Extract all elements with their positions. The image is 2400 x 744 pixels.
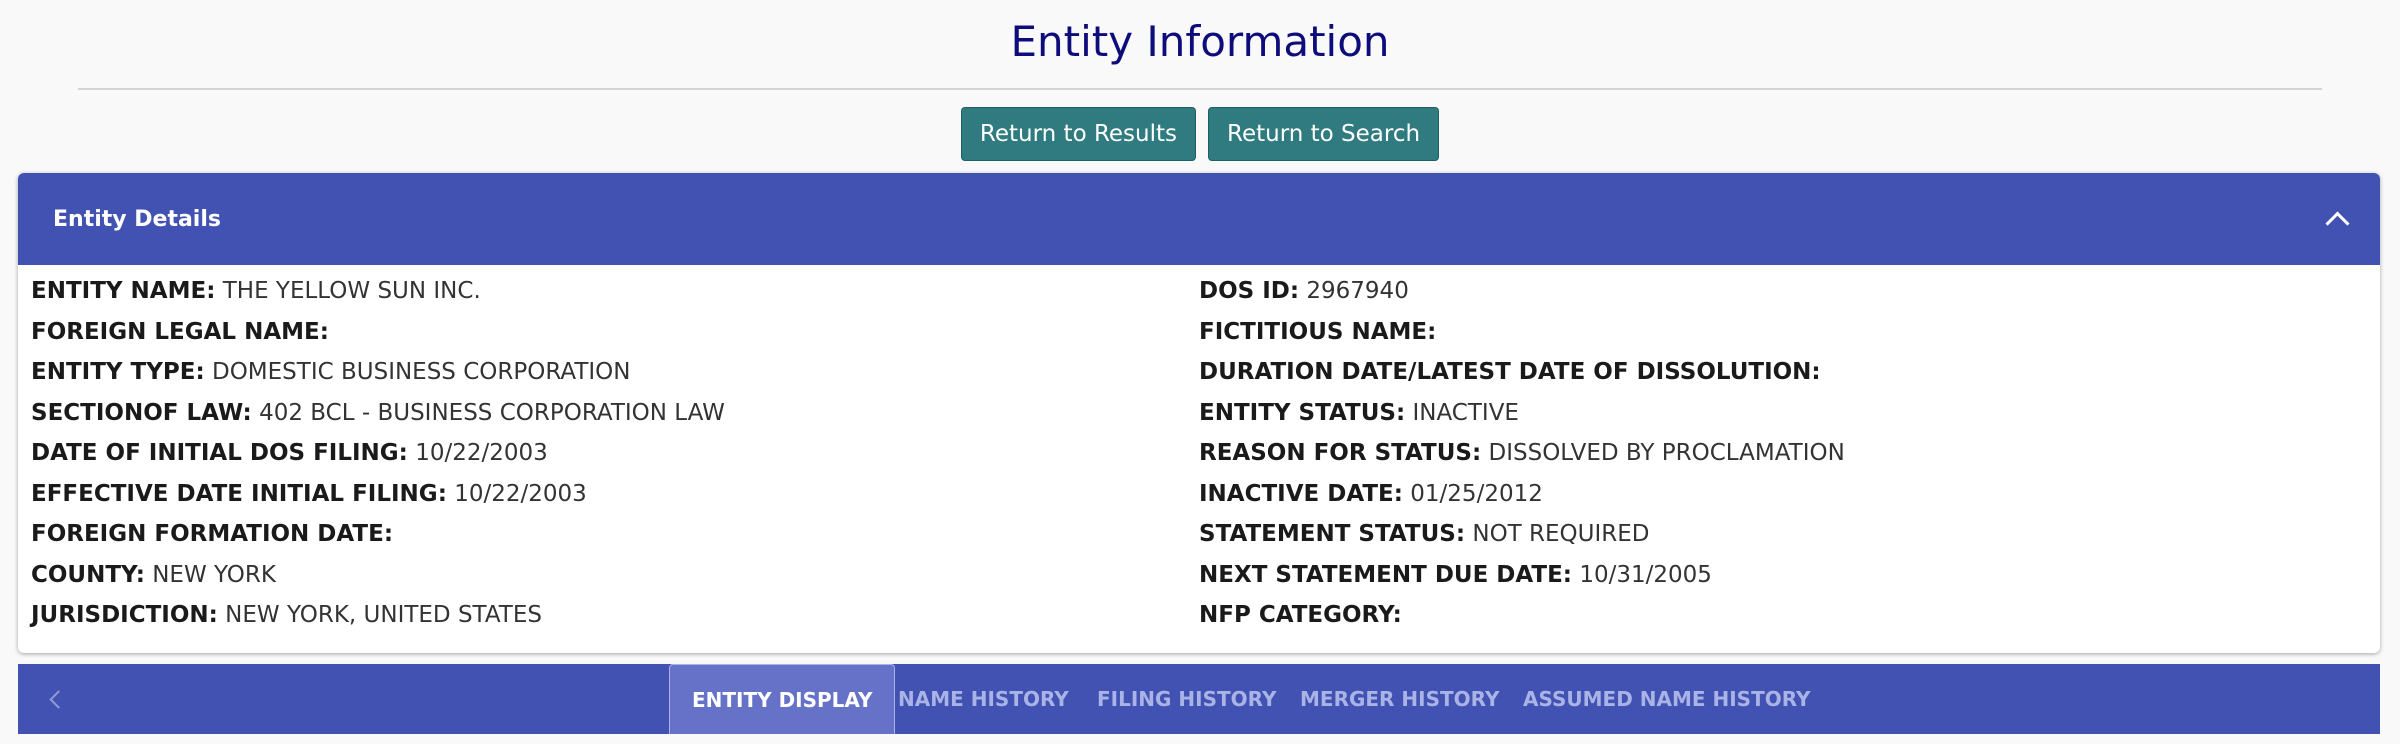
field-jurisdiction: JURISDICTION: NEW YORK, UNITED STATES <box>31 595 725 636</box>
field-section-of-law: SECTIONOF LAW: 402 BCL - BUSINESS CORPOR… <box>31 393 725 434</box>
field-label: ENTITY NAME: <box>31 278 216 304</box>
field-value: 10/22/2003 <box>415 440 548 466</box>
field-entity-type: ENTITY TYPE: DOMESTIC BUSINESS CORPORATI… <box>31 352 725 393</box>
page-title: Entity Information <box>1010 17 1390 66</box>
field-label: SECTIONOF LAW: <box>31 399 252 426</box>
field-nfp-category: NFP CATEGORY: <box>1199 595 1845 636</box>
field-statement-status: STATEMENT STATUS: NOT REQUIRED <box>1199 514 1845 555</box>
details-left-column: ENTITY NAME: THE YELLOW SUN INC. FOREIGN… <box>31 271 725 636</box>
field-value: DISSOLVED BY PROCLAMATION <box>1488 440 1845 466</box>
field-value: 10/31/2005 <box>1579 561 1712 588</box>
field-value: NOT REQUIRED <box>1472 521 1650 547</box>
details-right-column: DOS ID: 2967940 FICTITIOUS NAME: DURATIO… <box>1199 271 1845 636</box>
field-value: DOMESTIC BUSINESS CORPORATION <box>211 359 631 385</box>
field-initial-dos-filing: DATE OF INITIAL DOS FILING: 10/22/2003 <box>31 433 725 474</box>
field-fictitious-name: FICTITIOUS NAME: <box>1199 312 1845 353</box>
field-label: DURATION DATE/LATEST DATE OF DISSOLUTION… <box>1199 359 1821 385</box>
tab-merger-history[interactable]: MERGER HISTORY <box>1300 664 1499 734</box>
tab-assumed-name-history[interactable]: ASSUMED NAME HISTORY <box>1523 664 1811 734</box>
history-tabs-bar: ENTITY DISPLAY NAME HISTORY FILING HISTO… <box>18 664 2380 734</box>
entity-details-header[interactable]: Entity Details <box>18 173 2380 265</box>
field-value: 01/25/2012 <box>1410 480 1543 507</box>
field-foreign-legal-name: FOREIGN LEGAL NAME: <box>31 312 725 353</box>
field-label: FICTITIOUS NAME: <box>1199 318 1437 345</box>
field-entity-name: ENTITY NAME: THE YELLOW SUN INC. <box>31 271 725 312</box>
title-divider <box>78 88 2322 90</box>
field-label: INACTIVE DATE: <box>1199 480 1403 507</box>
field-inactive-date: INACTIVE DATE: 01/25/2012 <box>1199 474 1845 515</box>
field-label: JURISDICTION: <box>31 602 218 628</box>
tab-name-history[interactable]: NAME HISTORY <box>898 664 1069 734</box>
field-label: NEXT STATEMENT DUE DATE: <box>1199 561 1573 588</box>
chevron-up-icon[interactable] <box>2325 210 2350 236</box>
field-label: COUNTY: <box>31 561 145 588</box>
field-value: NEW YORK, UNITED STATES <box>225 602 542 628</box>
field-label: FOREIGN LEGAL NAME: <box>31 318 329 345</box>
field-label: NFP CATEGORY: <box>1199 602 1402 628</box>
field-value: THE YELLOW SUN INC. <box>222 278 481 304</box>
field-county: COUNTY: NEW YORK <box>31 555 725 596</box>
field-value: 402 BCL - BUSINESS CORPORATION LAW <box>259 399 725 426</box>
entity-details-body: ENTITY NAME: THE YELLOW SUN INC. FOREIGN… <box>18 265 2380 628</box>
field-reason-for-status: REASON FOR STATUS: DISSOLVED BY PROCLAMA… <box>1199 433 1845 474</box>
field-foreign-formation-date: FOREIGN FORMATION DATE: <box>31 514 725 555</box>
field-value: INACTIVE <box>1412 399 1519 426</box>
field-label: DOS ID: <box>1199 278 1300 304</box>
field-next-statement-due-date: NEXT STATEMENT DUE DATE: 10/31/2005 <box>1199 555 1845 596</box>
field-label: STATEMENT STATUS: <box>1199 521 1466 547</box>
field-label: EFFECTIVE DATE INITIAL FILING: <box>31 480 447 507</box>
field-entity-status: ENTITY STATUS: INACTIVE <box>1199 393 1845 434</box>
field-value: NEW YORK <box>152 561 276 588</box>
tab-entity-display[interactable]: ENTITY DISPLAY <box>669 664 896 734</box>
field-label: DATE OF INITIAL DOS FILING: <box>31 440 408 466</box>
field-label: ENTITY TYPE: <box>31 359 205 385</box>
tab-filing-history[interactable]: FILING HISTORY <box>1097 664 1276 734</box>
field-dos-id: DOS ID: 2967940 <box>1199 271 1845 312</box>
entity-details-title: Entity Details <box>53 206 221 232</box>
chevron-left-icon[interactable] <box>49 690 68 709</box>
entity-details-card: Entity Details ENTITY NAME: THE YELLOW S… <box>18 173 2380 653</box>
field-effective-date: EFFECTIVE DATE INITIAL FILING: 10/22/200… <box>31 474 725 515</box>
field-value: 2967940 <box>1306 278 1409 304</box>
field-label: REASON FOR STATUS: <box>1199 440 1482 466</box>
field-label: ENTITY STATUS: <box>1199 399 1406 426</box>
return-to-results-button[interactable]: Return to Results <box>960 107 1197 161</box>
field-duration-date: DURATION DATE/LATEST DATE OF DISSOLUTION… <box>1199 352 1845 393</box>
field-label: FOREIGN FORMATION DATE: <box>31 521 394 547</box>
return-to-search-button[interactable]: Return to Search <box>1208 107 1440 161</box>
field-value: 10/22/2003 <box>454 480 587 507</box>
action-buttons: Return to Results Return to Search <box>0 107 2400 161</box>
